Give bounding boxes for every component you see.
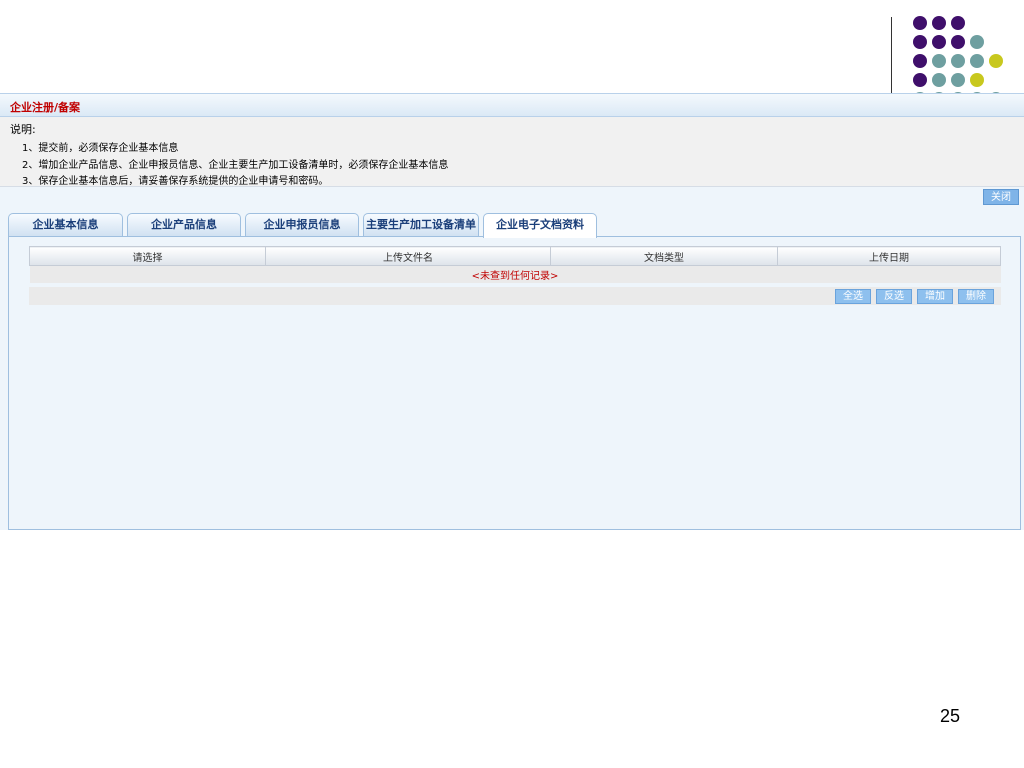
ornament-dot (932, 73, 946, 87)
instruction-line: 1、提交前，必须保存企业基本信息 (22, 143, 179, 154)
documents-table: 请选择 上传文件名 文档类型 上传日期 <未查到任何记录> (29, 246, 1001, 283)
page-title: 企业注册/备案 (10, 101, 81, 114)
slide-divider-line (891, 17, 892, 93)
ornament-dot (970, 35, 984, 49)
ornament-dot (951, 35, 965, 49)
close-button[interactable]: 关闭 (983, 189, 1019, 205)
invert-selection-button[interactable]: 反选 (876, 289, 912, 304)
tab-electronic-documents[interactable]: 企业电子文档资料 (483, 213, 597, 238)
column-header-doc-type[interactable]: 文档类型 (550, 246, 778, 266)
ornament-dot (951, 73, 965, 87)
instruction-line: 2、增加企业产品信息、企业申报员信息、企业主要生产加工设备清单时，必须保存企业基… (22, 160, 449, 171)
column-header-select[interactable]: 请选择 (29, 246, 266, 266)
ornament-dot (951, 54, 965, 68)
add-button[interactable]: 增加 (917, 289, 953, 304)
ornament-dot (970, 54, 984, 68)
instructions-heading: 说明: (10, 123, 36, 136)
tab-equipment-list[interactable]: 主要生产加工设备清单 (363, 213, 479, 237)
column-header-upload-date[interactable]: 上传日期 (777, 246, 1001, 266)
ornament-dot (913, 16, 927, 30)
slide-page-number: 25 (940, 706, 961, 726)
instruction-line: 3、保存企业基本信息后，请妥善保存系统提供的企业申请号和密码。 (22, 176, 329, 187)
ornament-dot (951, 16, 965, 30)
ornament-dot (913, 73, 927, 87)
ornament-dot (913, 54, 927, 68)
ornament-dot (932, 54, 946, 68)
empty-records-message: <未查到任何记录> (29, 265, 1001, 283)
tab-product-info[interactable]: 企业产品信息 (127, 213, 241, 237)
tab-declarant-info[interactable]: 企业申报员信息 (245, 213, 359, 237)
ornament-dot (970, 73, 984, 87)
ornament-dot (913, 35, 927, 49)
tab-content-area: 请选择 上传文件名 文档类型 上传日期 <未查到任何记录> 全选 反选 增加 删… (8, 236, 1021, 530)
delete-button[interactable]: 删除 (958, 289, 994, 304)
ornament-dot (932, 16, 946, 30)
ornament-dot (932, 35, 946, 49)
enterprise-registration-panel: 企业注册/备案 说明: 1、提交前，必须保存企业基本信息 2、增加企业产品信息、… (0, 93, 1024, 530)
column-header-filename[interactable]: 上传文件名 (265, 246, 551, 266)
slide-dot-ornament (910, 14, 1020, 94)
instructions-section: 说明: 1、提交前，必须保存企业基本信息 2、增加企业产品信息、企业申报员信息、… (0, 117, 1024, 187)
tab-basic-info[interactable]: 企业基本信息 (8, 213, 123, 237)
ornament-dot (989, 54, 1003, 68)
panel-title-bar: 企业注册/备案 (0, 93, 1024, 117)
table-action-bar: 全选 反选 增加 删除 (29, 287, 1001, 305)
select-all-button[interactable]: 全选 (835, 289, 871, 304)
